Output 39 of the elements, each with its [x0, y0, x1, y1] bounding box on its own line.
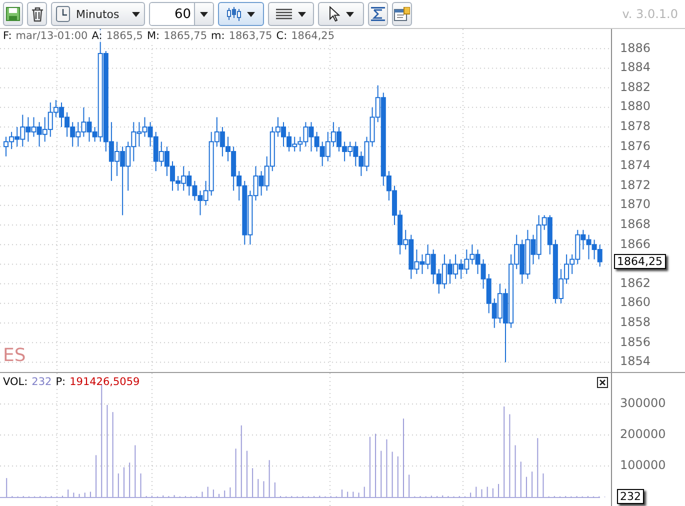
info-label: C:	[276, 30, 288, 42]
info-value: 1864,25	[291, 30, 335, 42]
volume-axis-label: 300000	[620, 396, 666, 410]
price-axis-label: 1886	[620, 40, 651, 55]
price-axis-label: 1878	[620, 119, 651, 133]
price-axis-label: 1854	[620, 354, 651, 368]
price-axis-label: 1858	[620, 315, 651, 329]
price-axis-label: 1884	[620, 60, 651, 74]
legend-value: 191426,5059	[70, 376, 140, 388]
price-axis-label: 1862	[620, 276, 651, 290]
price-axis-label: 1882	[620, 80, 651, 94]
current-price-label: 1864,25	[614, 254, 666, 269]
version-label: v. 3.0.1.0	[622, 7, 679, 21]
price-axis-label: 1868	[620, 217, 651, 231]
timeframe-dropdown[interactable]: Minutos	[51, 2, 145, 26]
legend-label: VOL:	[3, 376, 28, 388]
period-field[interactable]: 60	[149, 2, 214, 26]
price-axis-label: 1872	[620, 178, 651, 192]
info-label: A:	[92, 30, 102, 42]
info-value: 1865,75	[164, 30, 208, 42]
volume-axis-label: 200000	[620, 427, 666, 441]
price-axis-label: 1866	[620, 236, 651, 251]
info-label: m:	[211, 30, 225, 42]
legend-label: P:	[56, 376, 66, 388]
price-axis-label: 1860	[620, 295, 651, 310]
info-label: F:	[3, 30, 12, 42]
price-axis-label: 1870	[620, 197, 651, 212]
info-value: 1863,75	[228, 30, 272, 42]
volume-axis-label: 100000	[620, 458, 666, 472]
current-volume-label: 232	[617, 489, 644, 504]
info-value: 1865,5	[106, 30, 143, 42]
info-value: mar/13-01:00	[16, 30, 88, 42]
price-axis-label: 1876	[620, 138, 651, 153]
price-axis-label: 1880	[620, 99, 651, 114]
symbol-label: ES	[3, 345, 26, 366]
price-axis-label: 1874	[620, 158, 651, 172]
price-axis-label: 1856	[620, 334, 651, 349]
legend-value: 232	[32, 376, 52, 388]
info-label: M:	[147, 30, 160, 42]
